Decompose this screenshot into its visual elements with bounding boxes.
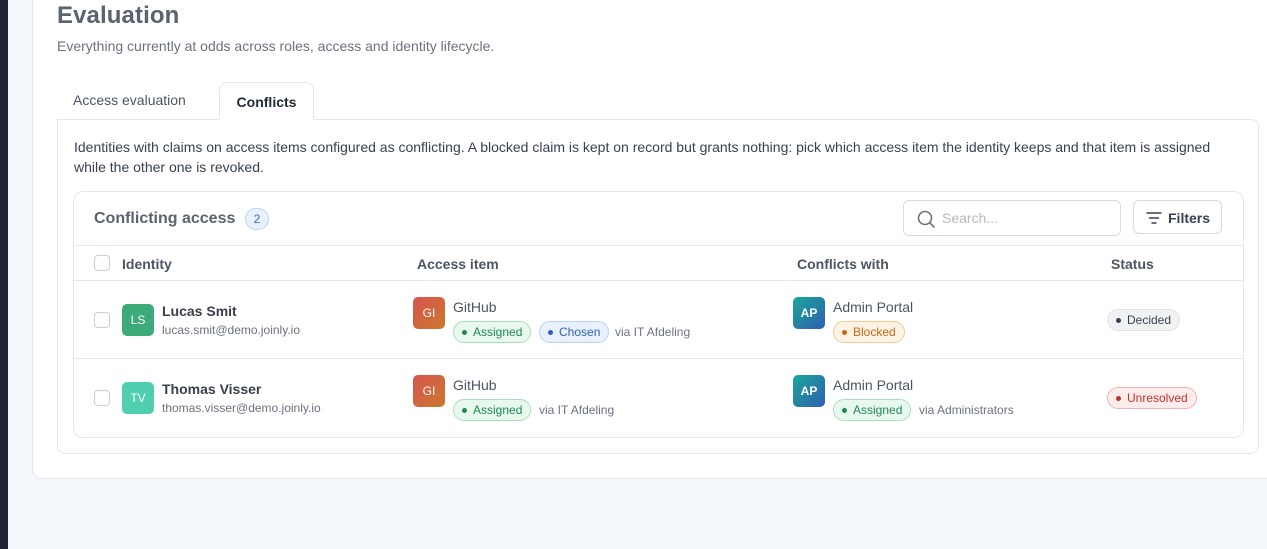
search-input[interactable] <box>942 208 1112 228</box>
conflict-source: via Administrators <box>919 403 1014 417</box>
github-app-icon: GI <box>413 375 445 407</box>
github-app-icon: GI <box>413 297 445 329</box>
access-item-name[interactable]: GitHub <box>453 377 497 393</box>
conflicts-tab-panel: Identities with claims on access items c… <box>57 119 1259 454</box>
identity-email: lucas.smit@demo.joinly.io <box>162 323 301 337</box>
column-status[interactable]: Status <box>1111 256 1154 272</box>
app-sidebar-edge <box>0 0 8 549</box>
table-title: Conflicting access <box>94 210 236 227</box>
status-badge-chosen: Chosen <box>539 321 610 343</box>
table-row[interactable]: TV Thomas Visser thomas.visser@demo.join… <box>74 359 1243 437</box>
filters-button[interactable]: Filters <box>1133 200 1222 234</box>
filter-icon <box>1146 212 1162 224</box>
status-badge-assigned: Assigned <box>833 399 912 421</box>
row-checkbox[interactable] <box>94 312 110 328</box>
search-box[interactable] <box>903 200 1121 236</box>
tab-conflicts[interactable]: Conflicts <box>219 82 314 120</box>
status-badge-assigned: Assigned <box>453 321 532 343</box>
status-badge-blocked: Blocked <box>833 321 905 343</box>
row-checkbox[interactable] <box>94 390 110 406</box>
identity-name[interactable]: Thomas Visser <box>162 381 261 397</box>
avatar: TV <box>122 382 154 414</box>
conflicting-access-table: Conflicting access 2 Filters Identity Ac… <box>73 191 1244 438</box>
status-badge-assigned: Assigned <box>453 399 532 421</box>
table-header: Identity Access item Conflicts with Stat… <box>74 245 1243 281</box>
admin-portal-app-icon: AP <box>793 297 825 329</box>
table-row[interactable]: LS Lucas Smit lucas.smit@demo.joinly.io … <box>74 281 1243 359</box>
conflict-item-name[interactable]: Admin Portal <box>833 299 913 315</box>
count-badge: 2 <box>245 208 269 230</box>
page-subtitle: Everything currently at odds across role… <box>57 38 495 54</box>
tab-access-evaluation[interactable]: Access evaluation <box>73 92 186 108</box>
identity-email: thomas.visser@demo.joinly.io <box>162 401 321 415</box>
filters-label: Filters <box>1168 210 1211 226</box>
status-badge-unresolved: Unresolved <box>1107 387 1197 409</box>
access-source: via IT Afdeling <box>539 403 615 417</box>
access-item-name[interactable]: GitHub <box>453 299 497 315</box>
column-identity[interactable]: Identity <box>122 256 172 272</box>
identity-name[interactable]: Lucas Smit <box>162 303 237 319</box>
panel-description: Identities with claims on access items c… <box>74 139 1211 175</box>
column-conflicts-with[interactable]: Conflicts with <box>797 256 889 272</box>
search-icon <box>917 210 935 228</box>
select-all-checkbox[interactable] <box>94 255 110 271</box>
access-source: via IT Afdeling <box>615 325 691 339</box>
status-badge-decided: Decided <box>1107 309 1181 331</box>
avatar: LS <box>122 304 154 336</box>
admin-portal-app-icon: AP <box>793 375 825 407</box>
column-access-item[interactable]: Access item <box>417 256 499 272</box>
conflict-item-name[interactable]: Admin Portal <box>833 377 913 393</box>
page-title: Evaluation <box>57 2 180 29</box>
